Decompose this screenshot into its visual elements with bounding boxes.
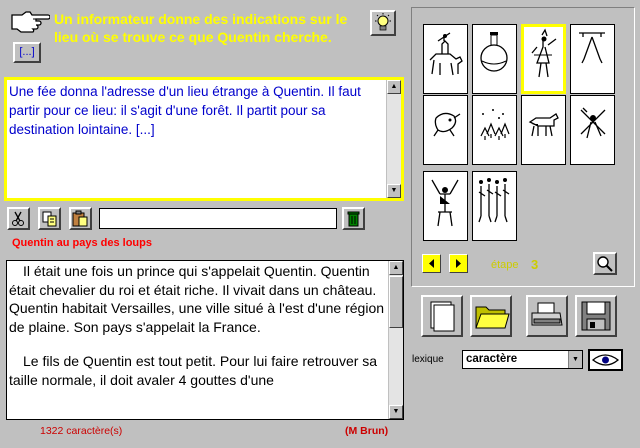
ellipsis-button-label: [...] [19, 46, 35, 58]
family-group-icon [478, 178, 510, 223]
scroll-down-icon[interactable]: ▼ [387, 184, 401, 198]
card-grid [412, 8, 634, 248]
floppy-disk-icon [581, 301, 611, 331]
instruction-text: Une fée donna l'adresse d'un lieu étrang… [9, 84, 361, 137]
char-count: 1322 caractère(s) [40, 425, 123, 437]
printer-icon [531, 302, 563, 326]
scroll-up-icon[interactable]: ▲ [387, 80, 401, 94]
print-button[interactable] [526, 295, 568, 337]
story-paragraph-2: Le fils de Quentin est tout petit. Pour … [9, 353, 378, 388]
scroll-down-icon[interactable]: ▼ [389, 405, 403, 419]
eye-icon [591, 354, 620, 366]
step-label: étape [491, 259, 519, 271]
prev-button[interactable] [422, 254, 441, 273]
fight-icon [580, 107, 606, 139]
new-document-button[interactable] [421, 295, 463, 337]
eye-button[interactable] [588, 349, 623, 371]
new-document-icon [430, 301, 455, 332]
card-knight-on-horse[interactable] [423, 24, 468, 94]
chevron-down-icon[interactable]: ▼ [568, 351, 582, 368]
lexique-selected-value: caractère [466, 353, 518, 365]
instruction-box[interactable]: Une fée donna l'adresse d'un lieu étrang… [4, 77, 404, 201]
save-button[interactable] [575, 295, 617, 337]
card-joyful-figure[interactable] [423, 171, 468, 241]
step-value: 3 [531, 257, 539, 272]
journey-figure-icon [579, 32, 605, 64]
story-scrollbar[interactable]: ▲ ▼ [388, 261, 403, 419]
potion-flask-icon [480, 32, 508, 72]
fairy-icon [531, 28, 557, 78]
cut-button[interactable] [7, 207, 30, 230]
open-folder-icon [475, 306, 510, 329]
card-journey-figure[interactable] [570, 24, 615, 94]
toolbar-input[interactable] [99, 208, 337, 229]
story-text: Il était une fois un prince qui s'appela… [9, 262, 387, 389]
story-scroll-thumb[interactable] [389, 276, 403, 328]
paste-button[interactable] [69, 207, 92, 230]
dragon-icon [433, 112, 461, 137]
card-forest[interactable] [472, 95, 517, 165]
scroll-up-icon[interactable]: ▲ [389, 261, 403, 275]
knight-on-horse-icon [429, 32, 463, 76]
paste-icon [72, 210, 88, 227]
lexique-select[interactable]: caractère ▼ [462, 350, 583, 369]
trash-icon [347, 211, 360, 227]
card-fairy[interactable] [521, 24, 566, 94]
arrow-right-icon [456, 259, 461, 268]
story-title: Quentin au pays des loups [12, 237, 152, 249]
pointing-hand-icon [10, 9, 51, 33]
magnifier-icon [597, 256, 613, 272]
author-label: (M Brun) [345, 425, 389, 437]
next-button[interactable] [449, 254, 468, 273]
copy-button[interactable] [38, 207, 61, 230]
zoom-button[interactable] [593, 252, 617, 275]
lightbulb-button[interactable] [370, 10, 396, 36]
wolf-icon [528, 113, 559, 137]
right-panel: étape 3 [411, 7, 635, 287]
joyful-figure-icon [431, 179, 459, 227]
arrow-left-icon [429, 259, 434, 268]
ellipsis-button[interactable]: [...] [13, 42, 41, 63]
forest-icon [480, 109, 510, 140]
copy-icon [42, 211, 57, 227]
card-family-group[interactable] [472, 171, 517, 241]
open-folder-button[interactable] [470, 295, 512, 337]
instruction-scrollbar[interactable]: ▲ ▼ [386, 80, 401, 198]
card-dragon[interactable] [423, 95, 468, 165]
scissors-icon [12, 211, 24, 226]
story-paragraph-1: Il était une fois un prince qui s'appela… [9, 263, 385, 335]
hint-text: Un informateur donne des indications sur… [54, 11, 348, 45]
card-potion-flask[interactable] [472, 24, 517, 94]
lexique-label: lexique [412, 354, 444, 365]
card-wolf[interactable] [521, 95, 566, 165]
story-text-box[interactable]: Il était une fois un prince qui s'appela… [6, 260, 404, 420]
card-fight[interactable] [570, 95, 615, 165]
trash-button[interactable] [342, 207, 365, 230]
lightbulb-icon [375, 13, 391, 31]
